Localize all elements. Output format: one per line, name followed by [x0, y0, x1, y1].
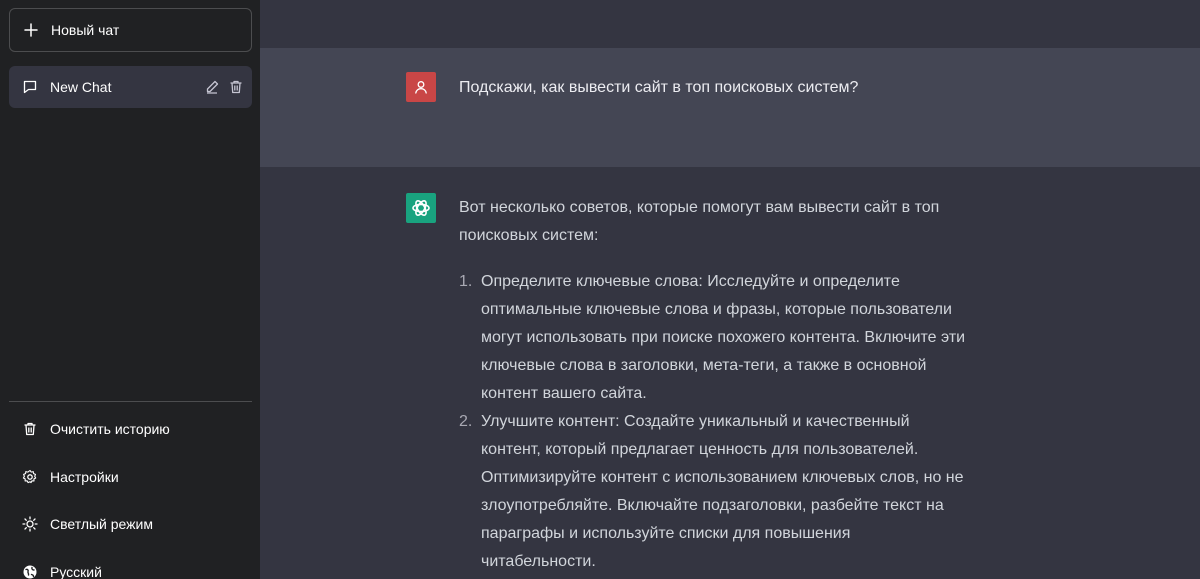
list-item-text: Определите ключевые слова: Исследуйте и …	[481, 273, 966, 402]
globe-icon	[22, 564, 38, 579]
assistant-intro: Вот несколько советов, которые помогут в…	[459, 199, 940, 244]
assistant-avatar	[406, 193, 436, 223]
sun-icon	[22, 516, 38, 532]
clear-history-button[interactable]: Очистить историю	[9, 407, 252, 451]
language-button[interactable]: Русский	[9, 550, 252, 579]
user-message-text: Подскажи, как вывести сайт в топ поисков…	[459, 79, 859, 96]
list-item: 1. Определите ключевые слова: Исследуйте…	[459, 268, 969, 408]
plus-icon	[23, 22, 39, 38]
chat-item[interactable]: New Chat	[9, 66, 252, 108]
chat-main: Подскажи, как вывести сайт в топ поисков…	[260, 0, 1200, 579]
list-item: 2. Улучшите контент: Создайте уникальный…	[459, 408, 969, 576]
menu-item-label: Русский	[50, 564, 102, 579]
chat-item-label: New Chat	[50, 79, 112, 95]
assistant-list: 1. Определите ключевые слова: Исследуйте…	[459, 268, 969, 576]
settings-button[interactable]: Настройки	[9, 455, 252, 499]
assistant-message: Вот несколько советов, которые помогут в…	[459, 194, 969, 576]
new-chat-label: Новый чат	[51, 22, 120, 38]
list-item-number: 2.	[459, 413, 473, 430]
user-icon	[415, 81, 427, 94]
list-item-number: 1.	[459, 273, 473, 290]
message-icon	[22, 79, 38, 95]
openai-logo-icon	[412, 200, 430, 216]
gear-icon	[22, 469, 38, 485]
trash-icon	[22, 421, 38, 437]
sidebar: Новый чат New Chat Очистить историю Наст…	[0, 0, 260, 579]
edit-icon[interactable]	[204, 79, 220, 95]
menu-item-label: Настройки	[50, 469, 119, 485]
new-chat-button[interactable]: Новый чат	[9, 8, 252, 52]
menu-item-label: Светлый режим	[50, 516, 153, 532]
light-mode-button[interactable]: Светлый режим	[9, 502, 252, 546]
list-item-text: Улучшите контент: Создайте уникальный и …	[481, 413, 964, 570]
user-avatar	[406, 72, 436, 102]
sidebar-divider	[9, 401, 252, 402]
delete-icon[interactable]	[228, 79, 244, 95]
user-message: Подскажи, как вывести сайт в топ поисков…	[260, 48, 1200, 167]
menu-item-label: Очистить историю	[50, 421, 170, 437]
